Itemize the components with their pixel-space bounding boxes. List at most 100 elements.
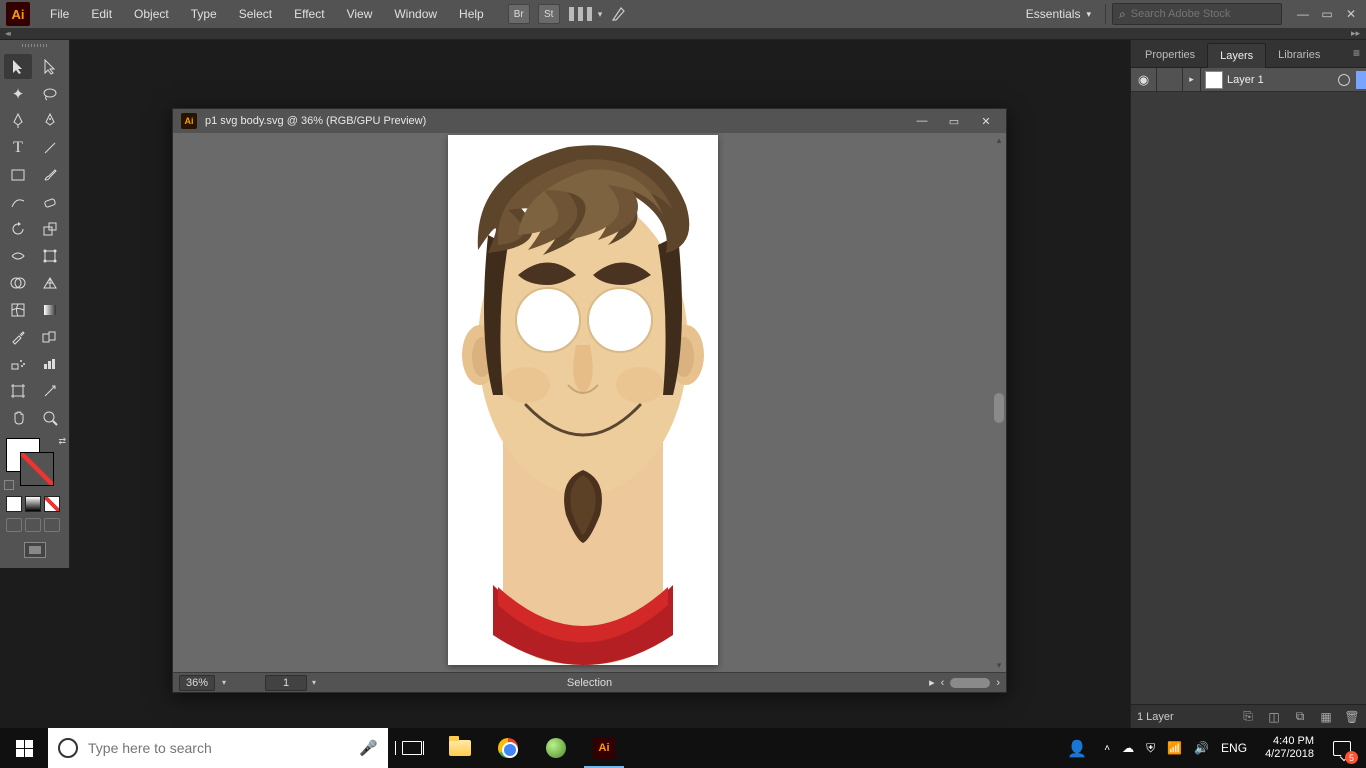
chrome-button[interactable] [484, 728, 532, 768]
collapse-toolbar-icon[interactable]: ◂◂ [5, 29, 9, 38]
expand-panels-icon[interactable]: ▸▸ [1351, 28, 1360, 39]
zoom-tool[interactable] [36, 405, 64, 430]
gradient-tool[interactable] [36, 297, 64, 322]
tray-overflow-icon[interactable]: ˄ [1104, 743, 1110, 754]
canvas-view[interactable] [173, 133, 992, 672]
prev-artboard-button[interactable]: ◂ [249, 676, 263, 690]
stroke-swatch[interactable] [20, 452, 54, 486]
curvature-tool[interactable] [36, 108, 64, 133]
direct-selection-tool[interactable] [36, 54, 64, 79]
tab-layers[interactable]: Layers [1207, 43, 1266, 68]
security-icon[interactable]: ⛨ [1146, 741, 1155, 756]
delete-layer-button[interactable]: 🗑 [1344, 709, 1360, 725]
file-explorer-button[interactable] [436, 728, 484, 768]
artboard-tool[interactable] [4, 378, 32, 403]
draw-normal[interactable] [6, 518, 22, 532]
gpu-preview-icon[interactable] [610, 5, 628, 23]
color-mode-solid[interactable] [6, 496, 22, 512]
artboard-dropdown-icon[interactable]: ▾ [309, 678, 319, 687]
onedrive-icon[interactable]: ☁ [1122, 741, 1134, 755]
taskbar-search-input[interactable] [88, 740, 349, 756]
workspace-selector[interactable]: Essentials▾ [1018, 4, 1099, 24]
hscroll-right-icon[interactable]: › [996, 677, 1000, 689]
selection-tool[interactable] [4, 54, 32, 79]
artboard-number-field[interactable]: 1 [265, 675, 307, 691]
menu-object[interactable]: Object [124, 3, 179, 25]
taskbar-clock[interactable]: 4:40 PM 4/27/2018 [1257, 735, 1322, 761]
wifi-icon[interactable]: 📶 [1167, 741, 1182, 755]
tab-libraries[interactable]: Libraries [1266, 43, 1332, 67]
new-layer-button[interactable]: ▦ [1318, 709, 1334, 725]
type-tool[interactable]: T [4, 135, 32, 160]
perspective-grid-tool[interactable] [36, 270, 64, 295]
lasso-tool[interactable] [36, 81, 64, 106]
free-transform-tool[interactable] [36, 243, 64, 268]
taskbar-search[interactable]: 🎤 [48, 728, 388, 768]
menu-select[interactable]: Select [229, 3, 282, 25]
draw-behind[interactable] [25, 518, 41, 532]
pen-tool[interactable] [4, 108, 32, 133]
toolbar-grip[interactable] [0, 40, 70, 50]
target-icon[interactable] [1338, 74, 1350, 86]
column-graph-tool[interactable] [36, 351, 64, 376]
stock-button[interactable]: St [538, 4, 560, 24]
start-button[interactable] [0, 728, 48, 768]
menu-file[interactable]: File [40, 3, 79, 25]
line-tool[interactable] [36, 135, 64, 160]
slice-tool[interactable] [36, 378, 64, 403]
shape-builder-tool[interactable] [4, 270, 32, 295]
scale-tool[interactable] [36, 216, 64, 241]
screen-mode-button[interactable] [24, 542, 46, 558]
menu-edit[interactable]: Edit [81, 3, 122, 25]
first-artboard-button[interactable]: I◂ [233, 676, 247, 690]
locate-object-button[interactable]: ⎘ [1240, 709, 1256, 725]
people-button[interactable]: 👤 [1058, 728, 1094, 768]
document-titlebar[interactable]: Ai p1 svg body.svg @ 36% (RGB/GPU Previe… [173, 109, 1006, 133]
width-tool[interactable] [4, 243, 32, 268]
hscroll-play-icon[interactable]: ▸ [929, 676, 935, 689]
volume-icon[interactable]: 🔊 [1194, 741, 1209, 755]
next-artboard-button[interactable]: ▸ [321, 676, 335, 690]
layer-name[interactable]: Layer 1 [1227, 74, 1338, 86]
paintbrush-tool[interactable] [36, 162, 64, 187]
eyedropper-tool[interactable] [4, 324, 32, 349]
default-fill-stroke-icon[interactable] [4, 480, 14, 490]
zoom-field[interactable]: 36% [179, 675, 215, 691]
hscroll-thumb[interactable] [950, 678, 990, 688]
symbol-sprayer-tool[interactable] [4, 351, 32, 376]
bridge-button[interactable]: Br [508, 4, 530, 24]
language-indicator[interactable]: ENG [1221, 741, 1247, 755]
doc-minimize-button[interactable]: — [910, 113, 934, 129]
microphone-icon[interactable]: 🎤 [359, 739, 378, 757]
menu-effect[interactable]: Effect [284, 3, 334, 25]
hand-tool[interactable] [4, 405, 32, 430]
doc-maximize-button[interactable]: ▭ [942, 113, 966, 129]
layer-row[interactable]: ◉ ▸ Layer 1 [1131, 68, 1366, 92]
rectangle-tool[interactable] [4, 162, 32, 187]
adobe-stock-search[interactable]: ⌕ [1112, 3, 1282, 25]
illustrator-taskbar-button[interactable]: Ai [580, 728, 628, 768]
last-artboard-button[interactable]: ▸I [337, 676, 351, 690]
adobe-stock-search-input[interactable] [1131, 8, 1261, 20]
android-studio-button[interactable] [532, 728, 580, 768]
maximize-button[interactable]: ▭ [1316, 6, 1338, 22]
doc-close-button[interactable]: ✕ [974, 113, 998, 129]
menu-view[interactable]: View [337, 3, 383, 25]
color-mode-gradient[interactable] [25, 496, 41, 512]
color-mode-none[interactable] [44, 496, 60, 512]
tab-properties[interactable]: Properties [1133, 43, 1207, 67]
scroll-down-icon[interactable]: ▾ [994, 660, 1004, 670]
close-button[interactable]: ✕ [1340, 6, 1362, 22]
hscroll-left-icon[interactable]: ‹ [941, 677, 945, 689]
rotate-tool[interactable] [4, 216, 32, 241]
panel-menu-icon[interactable]: ≡ [1353, 46, 1360, 60]
scroll-thumb[interactable] [994, 393, 1004, 423]
arrange-documents-button[interactable]: ▾ [568, 4, 603, 24]
minimize-button[interactable]: — [1292, 6, 1314, 22]
expand-toggle[interactable]: ▸ [1183, 68, 1201, 92]
menu-type[interactable]: Type [181, 3, 227, 25]
shaper-tool[interactable] [4, 189, 32, 214]
make-clipping-mask-button[interactable]: ◫ [1266, 709, 1282, 725]
create-sublayer-button[interactable]: ⧉ [1292, 709, 1308, 725]
action-center-button[interactable]: 5 [1322, 728, 1362, 768]
